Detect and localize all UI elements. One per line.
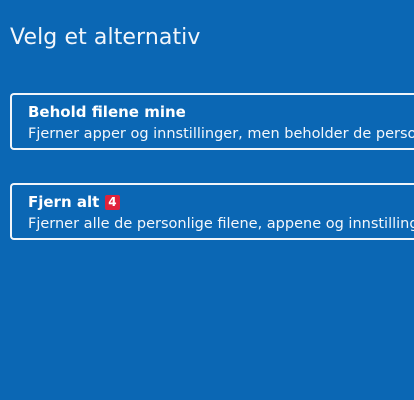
step-number-badge: 4: [105, 194, 120, 210]
remove-everything-option[interactable]: Fjern alt 4 Fjerner alle de personlige f…: [10, 183, 414, 240]
page-title: Velg et alternativ: [10, 25, 201, 50]
keep-my-files-description: Fjerner apper og innstillinger, men beho…: [28, 126, 414, 142]
option-title: Fjern alt 4: [28, 193, 120, 211]
option-title: Behold filene mine: [28, 103, 186, 121]
remove-everything-title: Fjern alt: [28, 193, 100, 211]
remove-everything-description: Fjerner alle de personlige filene, appen…: [28, 216, 414, 232]
keep-my-files-title: Behold filene mine: [28, 103, 186, 121]
keep-my-files-option[interactable]: Behold filene mine Fjerner apper og inns…: [10, 93, 414, 150]
